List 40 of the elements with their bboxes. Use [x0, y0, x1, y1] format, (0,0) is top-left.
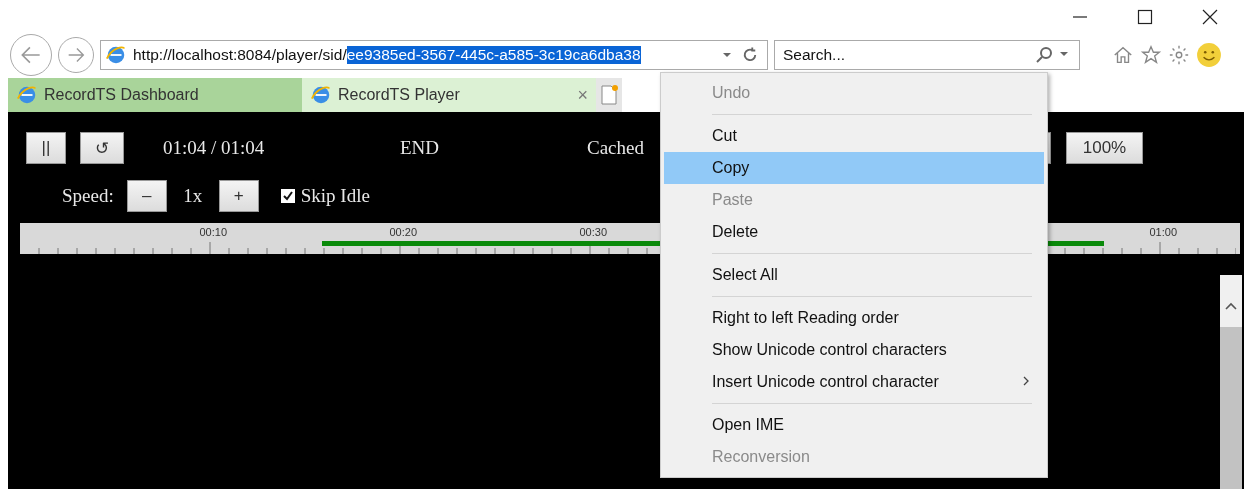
- scrollbar[interactable]: [1220, 275, 1242, 489]
- close-icon[interactable]: [1202, 9, 1218, 25]
- speed-up-button[interactable]: +: [218, 180, 259, 212]
- settings-icon[interactable]: [1168, 44, 1190, 66]
- maximize-icon[interactable]: [1137, 9, 1153, 25]
- menu-item[interactable]: Cut: [664, 120, 1044, 152]
- skip-idle-label: Skip Idle: [300, 185, 370, 207]
- timeline-label: 00:20: [389, 226, 417, 238]
- browser-tab[interactable]: RecordTS Player ×: [302, 78, 596, 112]
- tab-close-button[interactable]: ×: [577, 84, 588, 106]
- browser-tab[interactable]: RecordTS Dashboard: [8, 78, 302, 112]
- timeline-label: 01:00: [1149, 226, 1177, 238]
- skip-idle-checkbox[interactable]: [280, 189, 295, 203]
- menu-item[interactable]: Show Unicode control characters: [664, 334, 1044, 366]
- time-display: 01:04 / 01:04: [163, 137, 266, 159]
- replay-button[interactable]: ↺: [80, 132, 124, 164]
- status-text: Cached: [587, 137, 645, 159]
- timeline-label: 00:30: [579, 226, 607, 238]
- star-icon[interactable]: [1140, 44, 1162, 66]
- menu-item[interactable]: Select All: [664, 259, 1044, 291]
- menu-item[interactable]: Right to left Reading order: [664, 302, 1044, 334]
- browser-icon: [310, 84, 332, 106]
- search-field[interactable]: Search...: [774, 40, 1080, 70]
- home-icon[interactable]: [1112, 44, 1134, 66]
- playback-state: END: [400, 137, 441, 159]
- speed-label: Speed:: [62, 185, 114, 207]
- timeline-label: 00:10: [199, 226, 227, 238]
- pause-button[interactable]: ||: [26, 132, 66, 164]
- tab-label: RecordTS Dashboard: [44, 86, 199, 104]
- tab-label: RecordTS Player: [338, 86, 460, 104]
- speed-down-button[interactable]: –: [126, 180, 167, 212]
- zoom-button[interactable]: 100%: [1066, 132, 1143, 164]
- browser-icon: [105, 44, 127, 66]
- smiley-icon[interactable]: [1196, 42, 1222, 68]
- menu-item[interactable]: Copy: [664, 152, 1044, 184]
- menu-item[interactable]: Open IME: [664, 409, 1044, 441]
- refresh-icon[interactable]: [741, 46, 759, 64]
- browser-icon: [16, 84, 38, 106]
- menu-item[interactable]: Insert Unicode control character: [664, 366, 1044, 398]
- speed-value: 1x: [182, 185, 204, 207]
